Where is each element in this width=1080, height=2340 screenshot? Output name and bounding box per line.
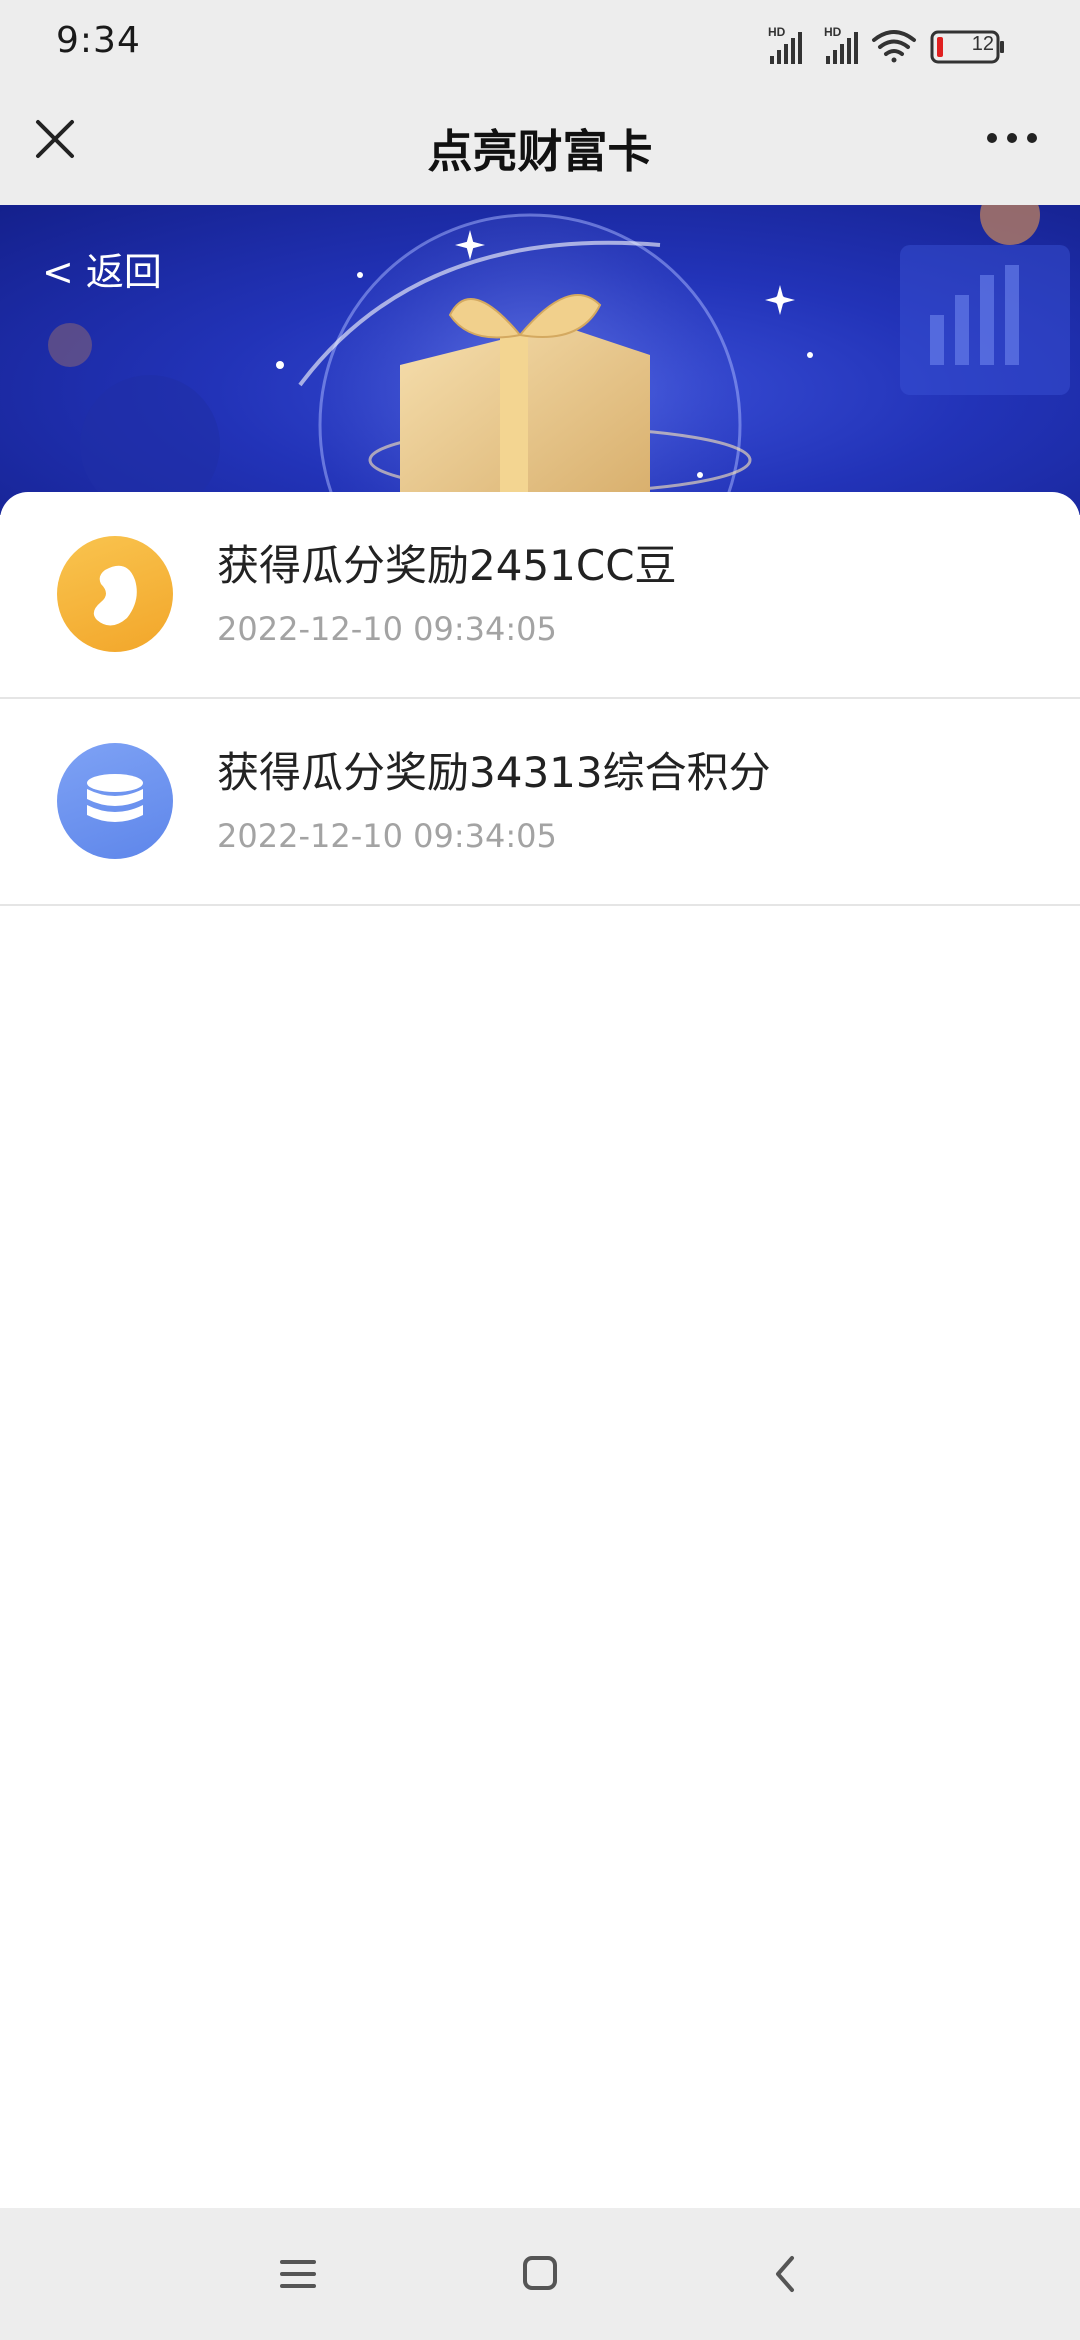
back-icon[interactable] — [756, 2248, 816, 2300]
status-time: 9:34 — [56, 20, 141, 61]
coins-icon — [57, 743, 173, 859]
battery-level: 12 — [971, 33, 994, 55]
bean-icon — [57, 536, 173, 652]
hd-signal-icon: HD — [768, 25, 802, 64]
record-list: 获得瓜分奖励2451CC豆 2022-12-10 09:34:05 获得瓜分奖励… — [0, 492, 1080, 2208]
banner: < 返回 — [0, 205, 1080, 515]
record-time: 2022-12-10 09:34:05 — [217, 610, 557, 648]
nav-bar: 点亮财富卡 — [0, 90, 1080, 205]
wifi-icon — [872, 30, 916, 63]
hd-signal-icon: HD — [824, 25, 858, 64]
menu-icon[interactable] — [268, 2248, 328, 2300]
back-link[interactable]: < 返回 — [42, 241, 162, 296]
svg-text:HD: HD — [768, 25, 786, 39]
page-title: 点亮财富卡 — [427, 125, 653, 178]
system-nav-bar — [0, 2208, 1080, 2340]
record-title: 获得瓜分奖励34313综合积分 — [217, 748, 771, 797]
more-icon[interactable] — [984, 128, 1040, 148]
status-bar: 9:34 HD HD 12 — [0, 0, 1080, 90]
record-time: 2022-12-10 09:34:05 — [217, 817, 557, 855]
svg-text:HD: HD — [824, 25, 842, 39]
home-icon[interactable] — [510, 2248, 570, 2300]
list-item[interactable]: 获得瓜分奖励34313综合积分 2022-12-10 09:34:05 — [0, 699, 1080, 906]
list-item[interactable]: 获得瓜分奖励2451CC豆 2022-12-10 09:34:05 — [0, 492, 1080, 699]
record-title: 获得瓜分奖励2451CC豆 — [217, 541, 677, 590]
banner-illustration — [48, 205, 1070, 515]
